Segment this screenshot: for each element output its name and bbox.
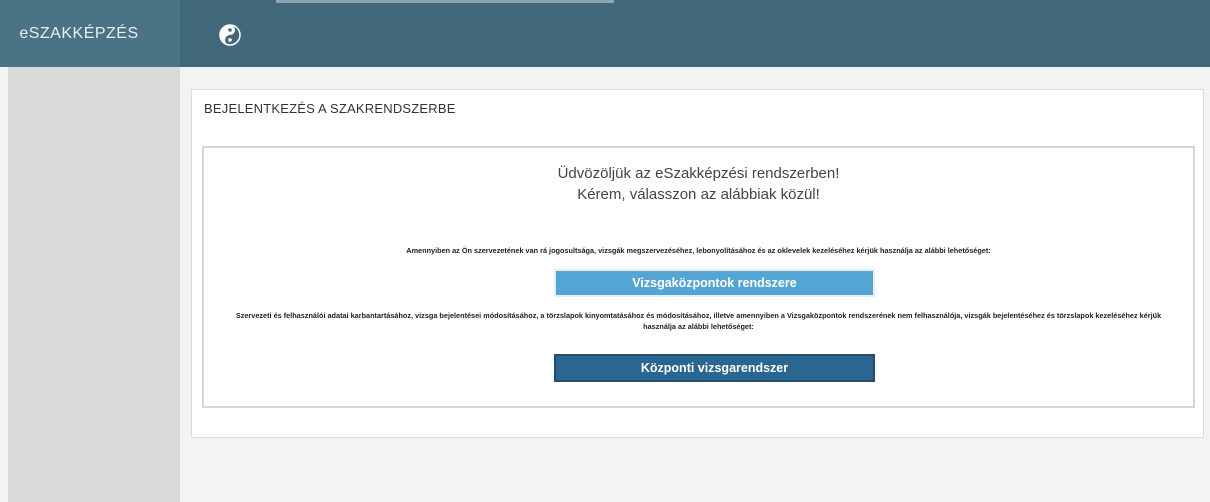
kozponti-description: Szervezeti és felhasználói adatai karban… (235, 311, 1162, 331)
brand-logo[interactable]: eSZAKKÉPZÉS (0, 0, 180, 67)
top-accent-line (276, 0, 614, 3)
vizsgakozpont-description: Amennyiben az Ön szervezetének van rá jo… (406, 246, 991, 255)
sidebar (8, 67, 180, 502)
welcome-line-1: Üdvözöljük az eSzakképzési rendszerben! (557, 165, 840, 182)
page-title: BEJELENTKEZÉS A SZAKRENDSZERBE (204, 101, 456, 116)
yin-yang-icon[interactable] (219, 24, 241, 46)
kozponti-vizsgarendszer-button[interactable]: Központi vizsgarendszer (554, 354, 875, 382)
welcome-line-2: Kérem, válasszon az alábbiak közül! (577, 186, 820, 203)
vizsgakozpontok-button[interactable]: Vizsgaközpontok rendszere (554, 269, 875, 297)
login-panel: BEJELENTKEZÉS A SZAKRENDSZERBE Üdvözöljü… (191, 89, 1204, 438)
welcome-message: Üdvözöljük az eSzakképzési rendszerben! … (204, 163, 1193, 205)
top-navbar: eSZAKKÉPZÉS (0, 0, 1210, 67)
selection-box: Üdvözöljük az eSzakképzési rendszerben! … (202, 146, 1195, 408)
